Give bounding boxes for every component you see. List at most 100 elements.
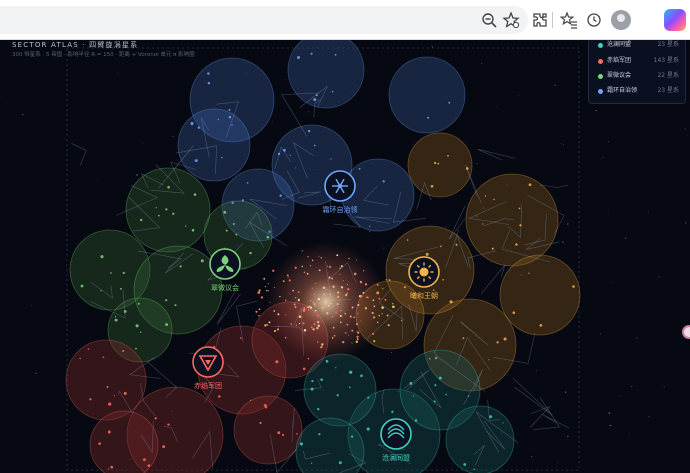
star-system bbox=[217, 118, 220, 121]
star-system bbox=[158, 214, 160, 217]
star-system bbox=[296, 432, 298, 435]
star-system bbox=[302, 367, 306, 371]
address-bar[interactable] bbox=[0, 6, 528, 34]
core-star bbox=[377, 321, 379, 323]
empire-capital[interactable]: 赤焰军团 bbox=[192, 346, 224, 390]
star-system bbox=[167, 423, 170, 426]
empire-capital[interactable]: 翠微议会 bbox=[209, 248, 241, 292]
core-star bbox=[279, 295, 281, 298]
core-star bbox=[371, 311, 374, 314]
background-star bbox=[390, 351, 393, 354]
star-system bbox=[249, 251, 252, 255]
favorite-star-icon[interactable] bbox=[502, 11, 520, 29]
profile-icon[interactable] bbox=[611, 10, 631, 30]
star-system bbox=[349, 370, 353, 374]
background-star bbox=[577, 183, 578, 185]
legend-item[interactable]: 赤焰军团 143 星系 bbox=[595, 55, 683, 67]
favorites-list-icon[interactable] bbox=[559, 11, 578, 29]
galaxy-map-app: 霜环自治领 曦和王朝 翠微议会 赤焰军团 沧澜同盟 SECTOR ATLAS · 四臂旋… bbox=[0, 40, 690, 473]
star-system bbox=[382, 180, 385, 183]
core-star bbox=[290, 323, 293, 325]
zoom-icon[interactable] bbox=[480, 11, 498, 29]
background-star bbox=[608, 212, 610, 213]
star-system bbox=[207, 81, 211, 85]
core-star bbox=[309, 300, 312, 302]
core-star bbox=[362, 270, 365, 272]
background-star bbox=[684, 128, 686, 130]
star-system bbox=[414, 419, 418, 422]
background-star bbox=[599, 333, 601, 335]
core-star bbox=[342, 280, 344, 282]
floating-side-button[interactable] bbox=[682, 325, 690, 339]
star-system bbox=[232, 223, 235, 225]
core-star bbox=[316, 321, 320, 324]
core-star bbox=[357, 304, 360, 306]
legend-item[interactable]: 沧澜同盟 23 星系 bbox=[595, 40, 683, 51]
background-star bbox=[445, 226, 447, 228]
empire-capital[interactable]: 霜环自治领 bbox=[323, 170, 358, 214]
legend-item[interactable]: 霜环自治领 23 星系 bbox=[595, 85, 683, 97]
core-star bbox=[285, 299, 287, 302]
core-star bbox=[317, 297, 320, 301]
star-system bbox=[193, 193, 197, 196]
background-star bbox=[272, 120, 274, 122]
background-star bbox=[284, 79, 286, 80]
star-system bbox=[425, 252, 429, 256]
background-star bbox=[685, 222, 687, 224]
history-icon[interactable] bbox=[585, 11, 603, 29]
core-star bbox=[346, 293, 348, 295]
star-system bbox=[142, 458, 146, 462]
star-system bbox=[137, 302, 140, 305]
core-star bbox=[336, 254, 339, 257]
empire-capital[interactable]: 沧澜同盟 bbox=[380, 418, 412, 462]
influence-cell bbox=[233, 395, 303, 465]
star-system bbox=[80, 284, 84, 288]
core-star bbox=[277, 313, 280, 316]
core-star bbox=[346, 284, 348, 286]
influence-cell bbox=[388, 56, 466, 134]
extensions-icon[interactable] bbox=[531, 11, 549, 29]
core-star bbox=[310, 326, 313, 329]
core-star bbox=[332, 326, 335, 329]
star-system bbox=[433, 161, 437, 165]
star-system bbox=[528, 183, 532, 187]
empire-capital[interactable]: 曦和王朝 bbox=[408, 256, 440, 300]
core-star bbox=[321, 343, 324, 346]
star-system bbox=[512, 311, 516, 314]
legend-item[interactable]: 翠微议会 22 星系 bbox=[595, 70, 683, 82]
core-star bbox=[348, 334, 349, 336]
copilot-icon[interactable] bbox=[664, 9, 686, 31]
core-star bbox=[309, 265, 311, 267]
core-star bbox=[339, 314, 342, 318]
star-system bbox=[167, 185, 170, 189]
core-star bbox=[338, 299, 340, 301]
star-system bbox=[503, 337, 507, 341]
background-star bbox=[431, 46, 433, 48]
star-system bbox=[102, 356, 105, 359]
star-system bbox=[432, 289, 435, 292]
core-star bbox=[357, 313, 359, 315]
influence-cell bbox=[65, 339, 147, 421]
star-system bbox=[484, 195, 487, 197]
core-star bbox=[313, 303, 316, 306]
core-star bbox=[307, 256, 309, 258]
star-system bbox=[174, 304, 177, 307]
background-star bbox=[636, 389, 637, 390]
background-star bbox=[611, 281, 613, 283]
core-star bbox=[297, 291, 300, 293]
core-star bbox=[331, 337, 334, 339]
background-star bbox=[369, 231, 371, 233]
star-system bbox=[165, 208, 168, 211]
core-star bbox=[376, 284, 379, 286]
core-star bbox=[351, 329, 354, 332]
core-star bbox=[312, 301, 315, 304]
background-star bbox=[535, 370, 537, 372]
influence-cell bbox=[89, 410, 159, 473]
star-system bbox=[139, 218, 143, 222]
core-star bbox=[351, 342, 353, 344]
background-star bbox=[142, 142, 144, 144]
core-star bbox=[342, 340, 345, 344]
sector-map[interactable]: 霜环自治领曦和王朝 翠微议会赤焰军团沧澜同盟 bbox=[0, 40, 690, 473]
core-star bbox=[273, 329, 277, 333]
star-system bbox=[200, 259, 204, 263]
